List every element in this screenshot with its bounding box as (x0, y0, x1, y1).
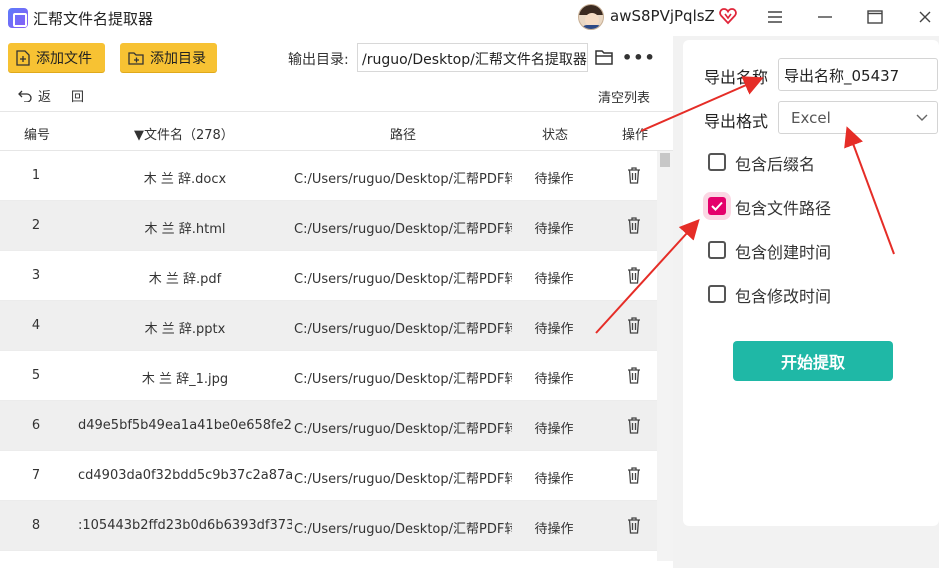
row-path: C:/Users/ruguo/Desktop/汇帮PDF转换 (294, 272, 512, 287)
add-folder-icon (128, 51, 144, 65)
app-logo-icon (8, 8, 28, 28)
close-icon[interactable] (907, 4, 939, 30)
add-directory-button[interactable]: 添加目录 (120, 43, 217, 72)
row-num: 8 (31, 518, 41, 533)
delete-icon[interactable] (627, 367, 641, 384)
export-format-select[interactable]: Excel (778, 101, 938, 134)
back-label-char2: 回 (71, 90, 85, 105)
header-path[interactable]: 路径 (390, 124, 416, 143)
table-row[interactable]: 2 木 兰 辞.html C:/Users/ruguo/Desktop/汇帮PD… (0, 201, 657, 251)
title-bar: 汇帮文件名提取器 awS8PVjPqlsZ (0, 0, 939, 36)
include-path-checkbox[interactable] (708, 197, 726, 215)
row-path: C:/Users/ruguo/Desktop/汇帮PDF转换 (294, 322, 512, 337)
delete-icon[interactable] (627, 217, 641, 234)
include-created-time-checkbox[interactable] (708, 241, 726, 259)
header-filename[interactable]: ▼文件名（278） (134, 124, 234, 143)
include-extension-label[interactable]: 包含后缀名 (735, 151, 815, 175)
delete-icon[interactable] (627, 467, 641, 484)
scrollbar[interactable] (657, 151, 673, 561)
row-num: 3 (31, 268, 41, 283)
row-path: C:/Users/ruguo/Desktop/汇帮PDF转换 (294, 372, 512, 387)
header-num[interactable]: 编号 (24, 124, 50, 143)
include-extension-checkbox[interactable] (708, 153, 726, 171)
clear-list-button[interactable]: 清空列表 (598, 87, 650, 106)
export-name-label: 导出名称 (704, 68, 769, 87)
row-filename: cd4903da0f32bdd5c9b37c2a87aa3.pr (78, 468, 292, 483)
delete-icon[interactable] (627, 417, 641, 434)
include-created-time-label[interactable]: 包含创建时间 (735, 239, 831, 263)
row-path: C:/Users/ruguo/Desktop/汇帮PDF转换 (294, 472, 512, 487)
app-title: 汇帮文件名提取器 (33, 10, 154, 28)
menu-icon[interactable] (757, 4, 793, 30)
row-status: 待操作 (534, 522, 574, 537)
header-action: 操作 (622, 128, 649, 143)
row-status: 待操作 (534, 222, 574, 237)
avatar[interactable] (578, 4, 604, 30)
delete-icon[interactable] (627, 167, 641, 184)
table-row[interactable]: 4 木 兰 辞.pptx C:/Users/ruguo/Desktop/汇帮PD… (0, 301, 657, 351)
row-filename: 木 兰 辞.pdf (148, 272, 222, 287)
minimize-icon[interactable] (807, 4, 843, 30)
row-path: C:/Users/ruguo/Desktop/汇帮PDF转换 (294, 522, 512, 537)
row-status: 待操作 (534, 272, 574, 287)
table-row[interactable]: 8 :105443b2ffd23b0d6b6393df373c1.pr C:/U… (0, 501, 657, 551)
row-status: 待操作 (534, 472, 574, 487)
back-button[interactable]: 返 回 (18, 86, 84, 105)
export-format-label: 导出格式 (704, 112, 769, 131)
undo-icon (18, 90, 32, 102)
row-filename: 木 兰 辞.html (144, 222, 226, 237)
row-filename: 木 兰 辞_1.jpg (141, 372, 229, 387)
file-list: 1 木 兰 辞.docx C:/Users/ruguo/Desktop/汇帮PD… (0, 151, 657, 561)
check-icon (711, 201, 723, 211)
vip-heart-icon[interactable] (719, 7, 737, 25)
table-row[interactable]: 6 d49e5bf5b49ea1a41be0e658fe2ee.pr C:/Us… (0, 401, 657, 451)
add-file-label: 添加文件 (36, 50, 92, 67)
add-file-icon (16, 49, 30, 66)
row-num: 4 (31, 318, 41, 333)
row-status: 待操作 (534, 422, 574, 437)
table-row[interactable]: 3 木 兰 辞.pdf C:/Users/ruguo/Desktop/汇帮PDF… (0, 251, 657, 301)
table-header: 编号 ▼文件名（278） 路径 状态 操作 (0, 111, 673, 151)
more-options-icon[interactable]: ••• (622, 48, 656, 67)
row-filename: 木 兰 辞.docx (143, 172, 227, 187)
row-status: 待操作 (534, 172, 574, 187)
row-num: 1 (31, 168, 41, 183)
row-filename: d49e5bf5b49ea1a41be0e658fe2ee.pr (78, 418, 292, 433)
row-num: 7 (31, 468, 41, 483)
row-status: 待操作 (534, 322, 574, 337)
include-path-label[interactable]: 包含文件路径 (735, 195, 831, 219)
scrollbar-thumb[interactable] (660, 153, 670, 167)
delete-icon[interactable] (627, 317, 641, 334)
row-path: C:/Users/ruguo/Desktop/汇帮PDF转换 (294, 422, 512, 437)
delete-icon[interactable] (627, 267, 641, 284)
row-status: 待操作 (534, 372, 574, 387)
table-row[interactable]: 5 木 兰 辞_1.jpg C:/Users/ruguo/Desktop/汇帮P… (0, 351, 657, 401)
header-status[interactable]: 状态 (542, 124, 568, 143)
output-dir-field[interactable]: /ruguo/Desktop/汇帮文件名提取器 (357, 43, 588, 72)
folder-icon[interactable] (595, 49, 613, 65)
row-path: C:/Users/ruguo/Desktop/汇帮PDF转换 (294, 222, 512, 237)
include-modified-time-label[interactable]: 包含修改时间 (735, 283, 831, 307)
row-num: 6 (31, 418, 41, 433)
row-filename: 木 兰 辞.pptx (144, 322, 226, 337)
row-num: 5 (31, 368, 41, 383)
add-file-button[interactable]: 添加文件 (8, 43, 105, 72)
add-directory-label: 添加目录 (150, 50, 206, 67)
username[interactable]: awS8PVjPqlsZ (610, 7, 715, 25)
include-modified-time-checkbox[interactable] (708, 285, 726, 303)
back-label-char1: 返 (38, 90, 52, 105)
row-filename: :105443b2ffd23b0d6b6393df373c1.pr (78, 518, 292, 533)
start-extract-button[interactable]: 开始提取 (733, 341, 893, 381)
maximize-icon[interactable] (857, 4, 893, 30)
export-name-input[interactable]: 导出名称_05437 (778, 58, 938, 91)
chevron-down-icon (916, 114, 928, 121)
row-num: 2 (31, 218, 41, 233)
table-row[interactable]: 1 木 兰 辞.docx C:/Users/ruguo/Desktop/汇帮PD… (0, 151, 657, 201)
delete-icon[interactable] (627, 517, 641, 534)
output-dir-label: 输出目录: (288, 52, 349, 68)
table-row[interactable]: 7 cd4903da0f32bdd5c9b37c2a87aa3.pr C:/Us… (0, 451, 657, 501)
row-path: C:/Users/ruguo/Desktop/汇帮PDF转换 (294, 172, 512, 187)
